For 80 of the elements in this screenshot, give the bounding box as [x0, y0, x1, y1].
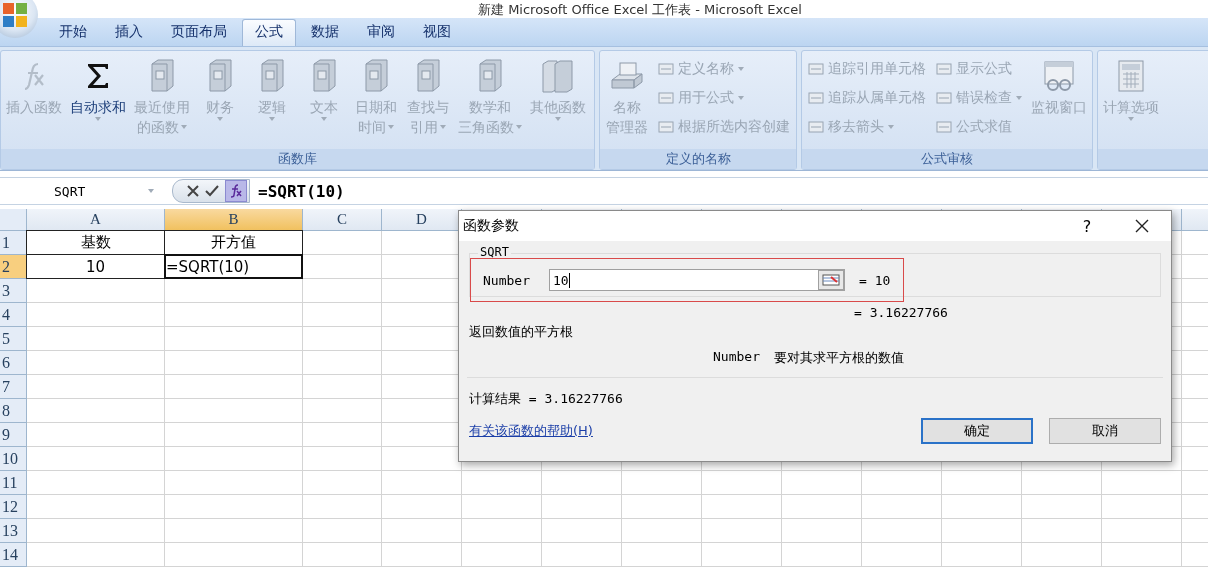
ribbon-tab[interactable]: 公式: [242, 19, 296, 46]
function-name: SQRT: [478, 245, 511, 259]
formula-result: 计算结果 = 3.16227766: [469, 391, 623, 406]
ribbon-button[interactable]: 自动求和: [67, 55, 129, 121]
ribbon-tab[interactable]: 数据: [298, 19, 352, 46]
function-icon: [229, 184, 243, 198]
group-label: 公式审核: [802, 149, 1092, 169]
sum-icon: [86, 63, 110, 89]
dialog-button[interactable]: 确定: [921, 418, 1033, 444]
small-command-icon: [808, 119, 824, 134]
help-button[interactable]: ?: [1061, 216, 1113, 236]
small-command-icon: [936, 90, 952, 105]
group-label: 定义的名称: [600, 149, 796, 169]
row-header[interactable]: 11: [0, 471, 27, 495]
collapse-dialog-button[interactable]: [818, 270, 844, 290]
row-header[interactable]: 14: [0, 543, 27, 567]
row-header[interactable]: 9: [0, 423, 27, 447]
column-header[interactable]: D: [382, 209, 462, 231]
row-header[interactable]: 12: [0, 495, 27, 519]
table-cell: =SQRT(10): [164, 254, 303, 279]
dialog-title: 函数参数: [463, 217, 520, 235]
function-result: = 3.16227766: [854, 305, 948, 320]
ribbon-tab[interactable]: 插入: [102, 19, 156, 46]
small-command-icon: [808, 90, 824, 105]
table-cell: 开方值: [164, 230, 303, 255]
column-header[interactable]: B: [165, 209, 303, 231]
book-icon: [415, 59, 441, 93]
small-command-icon: [808, 61, 824, 76]
row-header[interactable]: 10: [0, 447, 27, 471]
caret-icon: [148, 189, 154, 193]
book-icon: [363, 59, 389, 93]
watch-window-icon: [1043, 60, 1075, 92]
small-command-icon: [936, 119, 952, 134]
window-title: 新建 Microsoft Office Excel 工作表 - Microsoft Excel: [478, 1, 802, 17]
group-label: 函数库: [1, 149, 594, 169]
help-link[interactable]: 有关该函数的帮助(H): [469, 422, 905, 440]
dialog-button[interactable]: 取消: [1049, 418, 1161, 444]
book-icon: [207, 59, 233, 93]
row-header[interactable]: 1: [0, 231, 27, 255]
small-command-icon: [658, 61, 674, 76]
close-icon[interactable]: [1135, 219, 1149, 233]
books-icon: [541, 59, 575, 93]
argument-field[interactable]: 10: [549, 269, 845, 291]
function-description: 返回数值的平方根: [469, 324, 573, 339]
check-icon[interactable]: [205, 185, 219, 197]
cancel-icon[interactable]: [187, 185, 199, 197]
table-cell: 10: [26, 254, 165, 279]
row-header[interactable]: 7: [0, 375, 27, 399]
row-header[interactable]: 5: [0, 327, 27, 351]
range-select-icon: [822, 274, 840, 286]
ribbon-tab[interactable]: 开始: [46, 19, 100, 46]
ribbon-tab[interactable]: 审阅: [354, 19, 408, 46]
row-header[interactable]: 13: [0, 519, 27, 543]
book-icon: [149, 59, 175, 93]
table-cell: 基数: [26, 230, 165, 255]
book-icon: [477, 59, 503, 93]
ribbon-tab[interactable]: 视图: [410, 19, 464, 46]
small-command-icon: [658, 119, 674, 134]
book-icon: [259, 59, 285, 93]
ribbon-tab[interactable]: 页面布局: [158, 19, 240, 46]
argument-name: Number: [713, 349, 760, 366]
name-box[interactable]: SQRT: [0, 180, 160, 202]
small-command-icon: [936, 61, 952, 76]
row-header[interactable]: 4: [0, 303, 27, 327]
row-header[interactable]: 6: [0, 351, 27, 375]
insert-function-button[interactable]: [225, 180, 247, 202]
small-command-icon: [658, 90, 674, 105]
column-header[interactable]: A: [27, 209, 165, 231]
calculator-icon: [1118, 60, 1144, 92]
card-file-icon: [610, 60, 644, 92]
column-header[interactable]: C: [303, 209, 382, 231]
row-header[interactable]: 2: [0, 255, 27, 279]
row-header[interactable]: 8: [0, 399, 27, 423]
argument-label: Number: [483, 272, 531, 288]
row-header[interactable]: 3: [0, 279, 27, 303]
argument-description: 要对其求平方根的数值: [773, 349, 904, 367]
office-logo: [2, 2, 28, 28]
book-icon: [311, 59, 337, 93]
formula-text[interactable]: =SQRT(10): [258, 181, 345, 201]
argument-value-result: = 10: [859, 272, 891, 288]
